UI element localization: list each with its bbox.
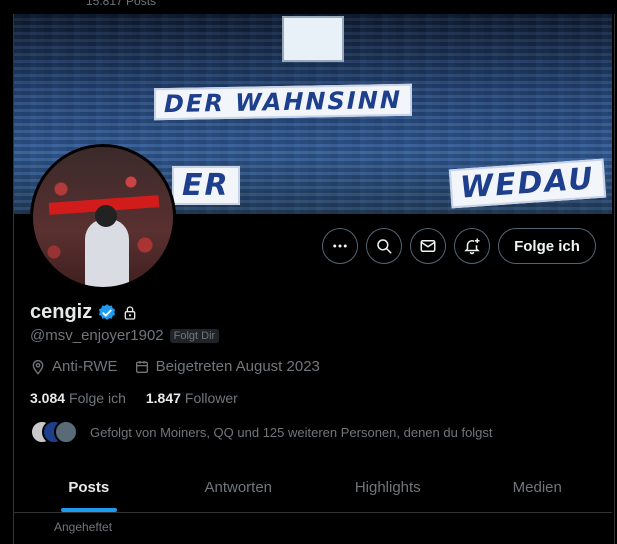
pinned-post-hint: Angeheftet [54, 520, 113, 534]
follows-you-badge: Folgt Dir [169, 328, 220, 343]
header-posts-count: 15.817 Posts [86, 0, 157, 8]
tab-media[interactable]: Medien [463, 462, 613, 512]
location-item: Anti-RWE [30, 358, 118, 375]
tabs-divider [14, 512, 612, 513]
profile-tabs: Posts Antworten Highlights Medien [14, 462, 612, 512]
following-label: Folge ich [69, 390, 126, 406]
search-icon [375, 237, 393, 255]
tab-replies-label: Antworten [204, 478, 273, 496]
follow-counts: 3.084 Folge ich 1.847 Follower [30, 390, 258, 406]
tab-highlights-label: Highlights [354, 478, 421, 496]
profile-name-row: cengiz [30, 301, 138, 324]
tab-posts-label: Posts [68, 478, 110, 496]
profile-avatar[interactable] [30, 144, 176, 290]
search-profile-button[interactable] [366, 228, 402, 264]
location-text: Anti-RWE [52, 358, 118, 375]
mail-icon [419, 237, 437, 255]
joined-text: Beigetreten August 2023 [155, 358, 320, 375]
following-count-link[interactable]: 3.084 Folge ich [30, 390, 126, 406]
followed-by-text: Gefolgt von Moiners, QQ und 125 weiteren… [90, 424, 493, 440]
tab-replies[interactable]: Antworten [164, 462, 314, 512]
followed-by-row[interactable]: Gefolgt von Moiners, QQ und 125 weiteren… [30, 420, 493, 444]
banner-stadium-screen [282, 16, 344, 62]
avatar-fan-head [95, 205, 117, 227]
joined-item: Beigetreten August 2023 [134, 358, 320, 375]
following-button[interactable]: Folge ich [498, 228, 596, 264]
notifications-button[interactable] [454, 228, 490, 264]
tab-highlights[interactable]: Highlights [313, 462, 463, 512]
more-button[interactable] [322, 228, 358, 264]
calendar-icon [134, 359, 150, 375]
banner-text-top: DER WAHNSINN [154, 83, 412, 121]
more-horizontal-icon [331, 237, 349, 255]
followed-by-avatars [30, 420, 80, 444]
bell-plus-icon [463, 237, 481, 255]
profile-meta: Anti-RWE Beigetreten August 2023 [30, 358, 336, 375]
followers-count-link[interactable]: 1.847 Follower [146, 390, 238, 406]
following-count: 3.084 [30, 390, 66, 406]
banner-text-left: ER [172, 166, 240, 205]
tab-media-label: Medien [512, 478, 562, 496]
followers-label: Follower [184, 390, 238, 406]
tab-posts[interactable]: Posts [14, 462, 164, 512]
lock-icon [122, 305, 138, 321]
avatar-fan [85, 219, 129, 287]
location-pin-icon [30, 359, 46, 375]
mini-avatar-3 [54, 420, 78, 444]
message-button[interactable] [410, 228, 446, 264]
verified-badge-icon[interactable] [97, 303, 117, 323]
followers-count: 1.847 [145, 390, 181, 406]
user-handle: @msv_enjoyer1902 [30, 327, 164, 344]
profile-handle-row: @msv_enjoyer1902 Folgt Dir [30, 327, 220, 344]
display-name: cengiz [30, 301, 93, 323]
